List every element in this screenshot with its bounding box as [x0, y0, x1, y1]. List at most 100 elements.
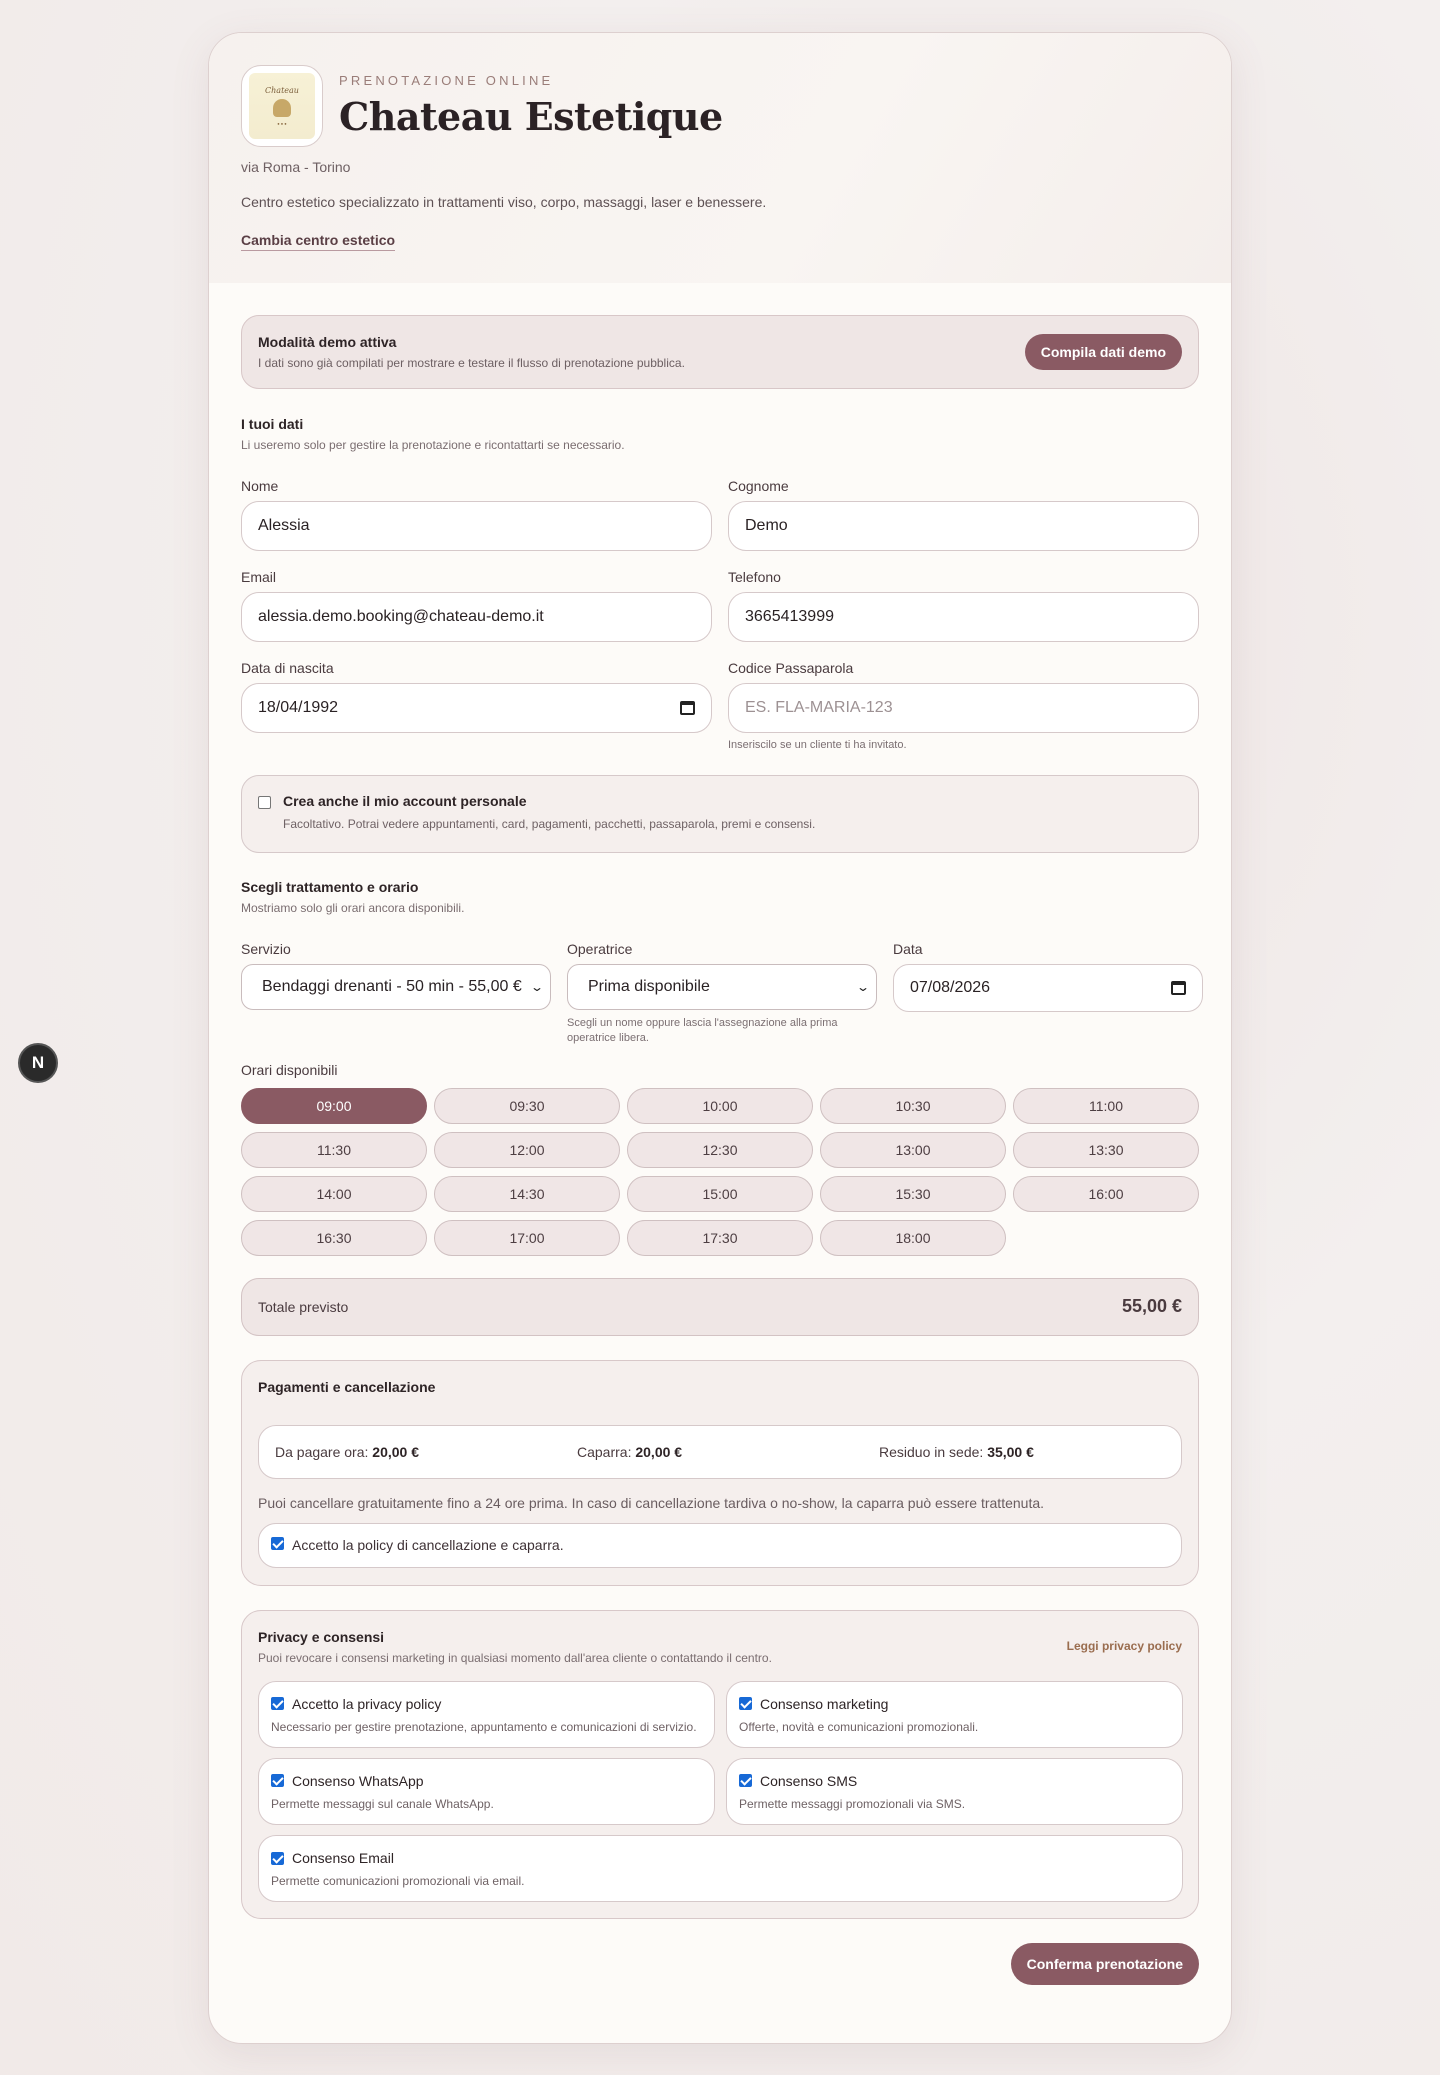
- time-slot[interactable]: 15:00: [627, 1175, 813, 1212]
- dev-tools-badge[interactable]: N: [18, 1043, 58, 1083]
- time-slot[interactable]: 11:30: [241, 1131, 427, 1168]
- consent-email-checkbox[interactable]: [271, 1851, 284, 1865]
- change-center-link[interactable]: Cambia centro estetico: [241, 232, 396, 251]
- consent-title: Consenso SMS: [760, 1772, 858, 1789]
- telefono-field[interactable]: 3665413999: [728, 592, 1199, 642]
- time-slot[interactable]: 16:00: [1013, 1175, 1199, 1212]
- consent-subtitle: Permette comunicazioni promozionali via …: [271, 1874, 525, 1889]
- payments-title: Pagamenti e cancellazione: [258, 1378, 436, 1395]
- consent-subtitle: Necessario per gestire prenotazione, app…: [271, 1719, 697, 1734]
- booking-card: Chateau ● ● ● PRENOTAZIONE ONLINE Chatea…: [208, 32, 1232, 2044]
- demo-mode-banner: Modalità demo attiva I dati sono già com…: [241, 315, 1199, 389]
- personal-section-title: I tuoi dati: [241, 416, 304, 432]
- nome-field[interactable]: Alessia: [241, 501, 712, 551]
- privacy-panel: Privacy e consensi Puoi revocare i conse…: [241, 1609, 1199, 1920]
- service-value: Bendaggi drenanti - 50 min - 55,00 €: [262, 978, 522, 995]
- time-slot[interactable]: 17:00: [434, 1219, 620, 1256]
- birthdate-label: Data di nascita: [241, 660, 334, 676]
- time-slot[interactable]: 13:00: [820, 1131, 1006, 1168]
- time-slot[interactable]: 14:30: [434, 1175, 620, 1212]
- consent-marketing-checkbox[interactable]: [739, 1697, 752, 1711]
- referral-code-field[interactable]: ES. FLA-MARIA-123: [728, 683, 1199, 733]
- date-field[interactable]: 07/08/2026: [893, 964, 1203, 1012]
- consent-marketing[interactable]: Consenso marketing Offerte, novità e com…: [726, 1680, 1183, 1748]
- slots-label: Orari disponibili: [241, 1061, 338, 1078]
- consent-subtitle: Offerte, novità e comunicazioni promozio…: [739, 1719, 979, 1734]
- privacy-policy-link[interactable]: Leggi privacy policy: [1067, 1639, 1182, 1653]
- email-label: Email: [241, 569, 277, 585]
- create-account-checkbox[interactable]: [258, 796, 271, 809]
- consent-whatsapp-checkbox[interactable]: [271, 1774, 284, 1788]
- privacy-subtitle: Puoi revocare i consensi marketing in qu…: [258, 1650, 772, 1665]
- consent-title: Consenso WhatsApp: [292, 1772, 424, 1789]
- cancellation-policy-text: Puoi cancellare gratuitamente fino a 24 …: [258, 1494, 1045, 1511]
- hero-header: Chateau ● ● ● PRENOTAZIONE ONLINE Chatea…: [209, 33, 1231, 283]
- demo-title: Modalità demo attiva: [258, 334, 397, 350]
- chevron-down-icon: ⌄: [529, 980, 545, 994]
- pay-now: Da pagare ora: 20,00 €: [275, 1443, 420, 1460]
- service-label: Servizio: [241, 941, 291, 957]
- telefono-label: Telefono: [728, 569, 781, 585]
- demo-subtitle: I dati sono già compilati per mostrare e…: [258, 356, 685, 370]
- time-slot[interactable]: 09:00: [241, 1087, 427, 1124]
- consent-privacy-checkbox[interactable]: [271, 1697, 284, 1711]
- accept-policy-checkbox[interactable]: [271, 1536, 284, 1550]
- email-field[interactable]: alessia.demo.booking@chateau-demo.it: [241, 592, 712, 642]
- create-account-title: Crea anche il mio account personale: [283, 793, 527, 809]
- time-slot[interactable]: 15:30: [820, 1175, 1006, 1212]
- consent-sms[interactable]: Consenso SMS Permette messaggi promozion…: [726, 1757, 1183, 1826]
- payment-summary: Da pagare ora: 20,00 € Caparra: 20,00 € …: [258, 1424, 1182, 1479]
- service-select[interactable]: Bendaggi drenanti - 50 min - 55,00 € ⌄: [241, 964, 551, 1010]
- center-logo: Chateau ● ● ●: [241, 65, 323, 147]
- consent-whatsapp[interactable]: Consenso WhatsApp Permette messaggi sul …: [258, 1757, 715, 1826]
- operator-value: Prima disponibile: [588, 978, 710, 995]
- calendar-icon[interactable]: [680, 701, 695, 715]
- birthdate-field[interactable]: 18/04/1992: [241, 683, 712, 733]
- total-box: Totale previsto 55,00 €: [241, 1277, 1199, 1336]
- time-slot[interactable]: 12:00: [434, 1131, 620, 1168]
- date-label: Data: [893, 941, 923, 957]
- center-address: via Roma - Torino: [241, 159, 351, 175]
- time-slot[interactable]: 10:00: [627, 1087, 813, 1124]
- date-value: 07/08/2026: [910, 979, 991, 996]
- booking-section-title: Scegli trattamento e orario: [241, 879, 419, 895]
- personal-section-subtitle: Li useremo solo per gestire la prenotazi…: [241, 438, 625, 452]
- consent-sms-checkbox[interactable]: [739, 1774, 752, 1788]
- referral-code-label: Codice Passaparola: [728, 660, 854, 676]
- confirm-booking-button[interactable]: Conferma prenotazione: [1010, 1943, 1199, 1986]
- referral-code-hint: Inseriscilo se un cliente ti ha invitato…: [728, 739, 907, 751]
- consent-email[interactable]: Consenso Email Permette comunicazioni pr…: [258, 1835, 1183, 1903]
- operator-select[interactable]: Prima disponibile ⌄: [567, 964, 877, 1010]
- time-slot[interactable]: 12:30: [627, 1131, 813, 1168]
- time-slot[interactable]: 17:30: [627, 1219, 813, 1256]
- time-slot[interactable]: 14:00: [241, 1175, 427, 1212]
- time-slot[interactable]: 16:30: [241, 1219, 427, 1256]
- calendar-icon[interactable]: [1171, 981, 1186, 995]
- consent-title: Consenso marketing: [760, 1695, 889, 1712]
- chevron-down-icon: ⌄: [855, 980, 871, 994]
- hero-kicker: PRENOTAZIONE ONLINE: [339, 73, 554, 88]
- time-slot[interactable]: 09:30: [434, 1087, 620, 1124]
- consent-subtitle: Permette messaggi promozionali via SMS.: [739, 1796, 966, 1811]
- consent-title: Accetto la privacy policy: [292, 1695, 442, 1712]
- time-slot[interactable]: 10:30: [820, 1087, 1006, 1124]
- consent-privacy[interactable]: Accetto la privacy policy Necessario per…: [258, 1680, 715, 1748]
- consent-title: Consenso Email: [292, 1850, 394, 1867]
- fill-demo-button[interactable]: Compila dati demo: [1024, 334, 1182, 370]
- create-account-subtitle: Facoltativo. Potrai vedere appuntamenti,…: [283, 817, 816, 831]
- create-account-box[interactable]: Crea anche il mio account personale Faco…: [241, 775, 1199, 853]
- time-slot[interactable]: 11:00: [1013, 1087, 1199, 1124]
- operator-label: Operatrice: [567, 941, 633, 957]
- time-slot[interactable]: 13:30: [1013, 1131, 1199, 1168]
- time-slot[interactable]: 18:00: [820, 1219, 1006, 1256]
- birthdate-value: 18/04/1992: [258, 699, 339, 716]
- operator-hint: Scegli un nome oppure lascia l'assegnazi…: [567, 1017, 838, 1044]
- center-name: Chateau Estetique: [339, 94, 723, 139]
- cognome-label: Cognome: [728, 478, 789, 494]
- booking-section-subtitle: Mostriamo solo gli orari ancora disponib…: [241, 901, 465, 915]
- consent-subtitle: Permette messaggi sul canale WhatsApp.: [271, 1796, 494, 1811]
- accept-policy-row[interactable]: Accetto la policy di cancellazione e cap…: [258, 1522, 1182, 1568]
- nome-label: Nome: [241, 478, 279, 494]
- cognome-field[interactable]: Demo: [728, 501, 1199, 551]
- total-value: 55,00 €: [1121, 1296, 1182, 1317]
